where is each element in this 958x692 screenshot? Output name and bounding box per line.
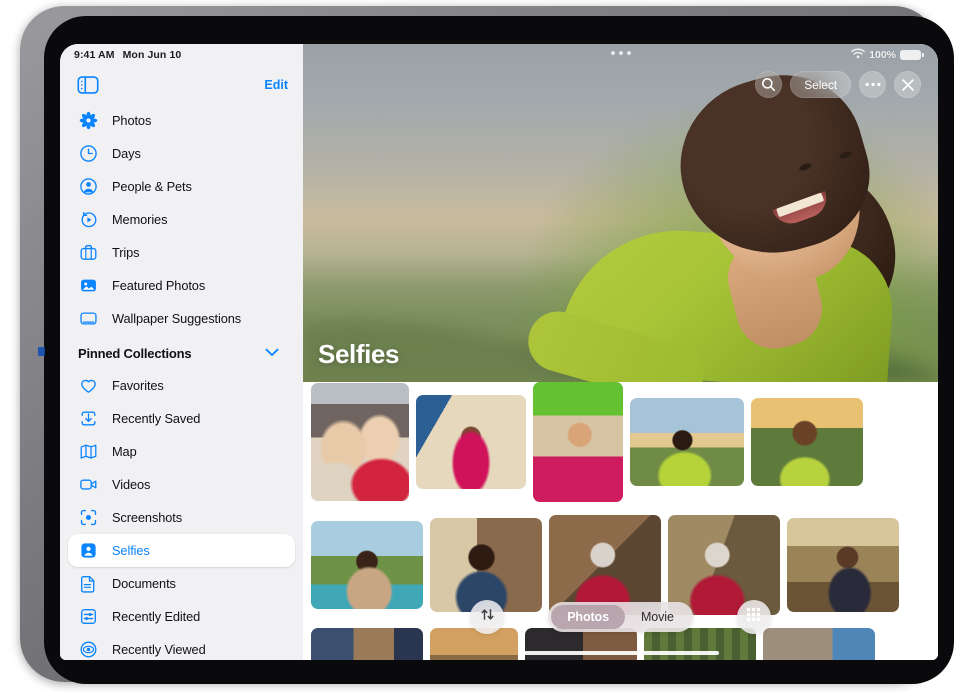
sidebar-item-label: Videos [112,477,150,492]
clock-icon [78,143,99,164]
sidebar-item-label: Map [112,444,137,459]
memories-play-icon [78,209,99,230]
suitcase-icon [78,242,99,263]
search-button[interactable] [755,71,782,98]
bottom-toolbar: Photos Movie [303,600,938,634]
photos-movie-segmented-control: Photos Movie [548,602,693,632]
grid-view-icon [745,606,762,628]
sidebar-item-label: Favorites [112,378,164,393]
photo-tile[interactable] [311,521,423,609]
sort-button[interactable] [470,600,504,634]
sidebar-item-label: Trips [112,245,139,260]
hero-controls: Select [755,71,921,98]
ellipsis-icon [865,82,881,87]
heart-icon [78,375,99,396]
status-date: Mon Jun 10 [123,49,182,61]
sidebar-item-featured-photos[interactable]: Featured Photos [68,269,295,302]
grid-view-button[interactable] [737,600,771,634]
sidebar-item-label: Recently Edited [112,609,200,624]
photo-tile[interactable] [416,395,526,489]
battery-percent: 100% [869,49,896,61]
segment-movie[interactable]: Movie [625,605,690,629]
sidebar-item-label: Selfies [112,543,150,558]
sidebar-item-recently-viewed[interactable]: Recently Viewed [68,633,295,660]
bezel-indicator-light [38,347,45,356]
sidebar-item-days[interactable]: Days [68,137,295,170]
screenshot-icon [78,507,99,528]
section-title: Pinned Collections [78,346,191,361]
page-title: Selfies [318,339,399,370]
search-icon [761,77,776,92]
photo-tile[interactable] [787,518,899,612]
sidebar-item-favorites[interactable]: Favorites [68,369,295,402]
photo-tile[interactable] [533,382,623,502]
sidebar-item-documents[interactable]: Documents [68,567,295,600]
sidebar-item-videos[interactable]: Videos [68,468,295,501]
close-icon [901,78,915,92]
pinned-collections-header[interactable]: Pinned Collections [68,338,295,368]
selfie-person-icon [78,540,99,561]
photo-grid: Photos Movie [303,382,938,660]
sidebar-item-selfies[interactable]: Selfies [68,534,295,567]
photo-tile[interactable] [311,383,409,501]
hero-banner: 100% Select [303,44,938,382]
map-icon [78,441,99,462]
photo-tile[interactable] [430,518,542,612]
status-bar-right: 100% [851,48,921,62]
featured-photo-icon [78,275,99,296]
photo-tile[interactable] [751,398,863,486]
sidebar-primary-list: Photos Days [60,104,303,660]
edit-button[interactable]: Edit [264,78,288,92]
segment-photos[interactable]: Photos [551,605,625,629]
sidebar-item-people-and-pets[interactable]: People & Pets [68,170,295,203]
sidebar-item-wallpaper-suggestions[interactable]: Wallpaper Suggestions [68,302,295,335]
sliders-doc-icon [78,606,99,627]
device-frame: 9:41 AM Mon Jun 10 Edit [20,6,938,682]
battery-icon [900,50,921,61]
sidebar-header: Edit [60,66,303,104]
sidebar-item-label: Recently Saved [112,411,200,426]
photos-flower-icon [78,110,99,131]
home-indicator[interactable] [523,651,719,655]
video-camera-icon [78,474,99,495]
sort-arrows-icon [480,607,495,627]
sidebar-item-label: Days [112,146,141,161]
sidebar-item-label: People & Pets [112,179,192,194]
sidebar-toggle-icon[interactable] [77,76,99,94]
sidebar-item-label: Recently Viewed [112,642,206,657]
sidebar-item-label: Documents [112,576,176,591]
chevron-down-icon[interactable] [265,344,279,362]
person-circle-icon [78,176,99,197]
close-button[interactable] [894,71,921,98]
sidebar-item-photos[interactable]: Photos [68,104,295,137]
sidebar-item-map[interactable]: Map [68,435,295,468]
hero-subject [544,52,904,382]
photo-tile[interactable] [630,398,744,486]
eye-icon [78,639,99,660]
select-button[interactable]: Select [790,71,851,98]
sidebar-item-memories[interactable]: Memories [68,203,295,236]
sidebar-item-label: Screenshots [112,510,182,525]
sidebar-item-label: Memories [112,212,167,227]
sidebar-item-screenshots[interactable]: Screenshots [68,501,295,534]
multitask-ellipsis-icon[interactable] [611,51,631,55]
detail-pane: 100% Select [303,44,938,660]
ipad-screen: 9:41 AM Mon Jun 10 Edit [60,44,938,660]
sidebar-item-label: Featured Photos [112,278,205,293]
document-icon [78,573,99,594]
wifi-icon [851,48,865,62]
sidebar-item-recently-edited[interactable]: Recently Edited [68,600,295,633]
wallpaper-icon [78,308,99,329]
sidebar-item-label: Wallpaper Suggestions [112,311,241,326]
sidebar: 9:41 AM Mon Jun 10 Edit [60,44,303,660]
sidebar-item-trips[interactable]: Trips [68,236,295,269]
more-button[interactable] [859,71,886,98]
sidebar-item-recently-saved[interactable]: Recently Saved [68,402,295,435]
sidebar-item-label: Photos [112,113,151,128]
grid-row [303,382,938,502]
status-time: 9:41 AM [74,49,115,61]
download-box-icon [78,408,99,429]
status-bar-left: 9:41 AM Mon Jun 10 [60,44,303,66]
